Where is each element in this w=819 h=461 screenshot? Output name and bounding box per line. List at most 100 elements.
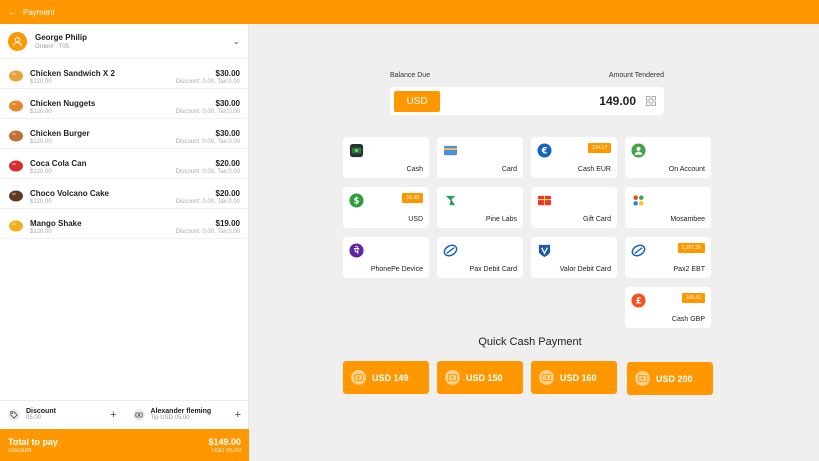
svg-text:€: € [541, 146, 548, 156]
shake-icon [8, 219, 24, 233]
payment-method-tile[interactable]: पे PhonePe Device [343, 237, 429, 278]
order-number: Order# : T05 [35, 43, 69, 50]
payment-method-label: Card [501, 166, 517, 173]
payment-method-label: PhonePe Device [370, 266, 423, 273]
payment-method-tile[interactable]: Pine Labs [437, 187, 523, 228]
cash-note-icon [635, 371, 650, 386]
payment-method-tile[interactable]: €124.17 Cash EUR [531, 137, 617, 178]
card-icon [443, 143, 458, 158]
customer-selector[interactable]: George Philip Order# : T05 ⌄ [0, 24, 248, 59]
euro-icon: € [537, 143, 552, 158]
payment-method-badge: 16.49 [402, 193, 423, 203]
payment-method-tile[interactable]: Gift Card [531, 187, 617, 228]
keypad-grid-icon[interactable] [646, 96, 656, 106]
item-unit-price: $120.00 [30, 199, 52, 205]
item-unit-price: $120.00 [30, 169, 52, 175]
total-discount-value: USD 05.00 [211, 447, 241, 454]
payment-method-tile[interactable]: On Account [625, 137, 711, 178]
payment-method-label: On Account [668, 166, 705, 173]
amount-tendered-label: Amount Tendered [608, 72, 664, 79]
quick-cash-button[interactable]: USD 150 [437, 361, 523, 394]
item-discount-tax: Discount: 0.00, Tax:0.00 [175, 169, 240, 175]
balance-due-label: Balance Due [390, 72, 431, 79]
cake-icon [8, 189, 24, 203]
dollar-icon: $ [349, 193, 364, 208]
discount-row[interactable]: Discount 05.00 + [0, 401, 125, 428]
quick-cash-amount: USD 160 [560, 372, 597, 383]
payment-method-tile[interactable]: Mosambee [625, 187, 711, 228]
item-name: Chicken Nuggets [30, 99, 96, 108]
order-item-row[interactable]: Chicken Nuggets $120.00 $30.00 Discount: 0.… [0, 89, 248, 119]
order-item-row[interactable]: Coca Cola Can $120.00 $20.00 Discount: 0.00… [0, 149, 248, 179]
payment-method-label: Gift Card [582, 216, 611, 223]
account-icon [631, 143, 646, 158]
item-name: Chicken Sandwich X 2 [30, 69, 115, 78]
discount-tag-icon [8, 408, 20, 421]
payment-method-label: Pax2 EBT [673, 266, 705, 273]
pine-labs-icon [443, 193, 458, 208]
item-discount-tax: Discount: 0.00, Tax:0.00 [175, 199, 240, 205]
item-unit-price: $120.00 [30, 79, 52, 85]
item-discount-tax: Discount: 0.00, Tax:0.00 [175, 139, 240, 145]
order-item-row[interactable]: Choco Volcano Cake $120.00 $20.00 Discount:… [0, 179, 248, 209]
total-title: Total to pay [8, 436, 58, 447]
total-amount: $149.00 [208, 436, 241, 447]
payment-method-tile[interactable]: $16.49 USD [343, 187, 429, 228]
item-discount-tax: Discount: 0.00, Tax:0.00 [175, 79, 240, 85]
payment-method-label: Cash GBP [671, 316, 705, 323]
item-price: $20.00 [215, 189, 240, 198]
item-discount-tax: Discount: 0.00, Tax:0.00 [175, 109, 240, 115]
quick-cash-button[interactable]: USD 149 [343, 361, 429, 394]
item-discount-tax: Discount: 0.00, Tax:0.00 [175, 229, 240, 235]
amount-tendered-value[interactable]: 149.00 [440, 94, 646, 108]
gift-card-icon [537, 193, 552, 208]
quick-cash-amount: USD 149 [372, 372, 409, 383]
balance-labels: Balance Due Amount Tendered [390, 72, 664, 79]
payment-method-label: USD [408, 216, 423, 223]
add-discount-button[interactable]: + [110, 409, 116, 421]
payment-method-badge: 124.17 [587, 143, 611, 153]
payment-method-label: Mosambee [670, 216, 705, 223]
page-title: Payment [23, 7, 55, 17]
quick-cash-button[interactable]: USD 160 [531, 361, 617, 394]
payment-method-tile[interactable]: Pax Debit Card [437, 237, 523, 278]
order-item-row[interactable]: Mango Shake $120.00 $19.00 Discount: 0.00, … [0, 209, 248, 239]
svg-text:£: £ [636, 296, 642, 306]
item-price: $30.00 [215, 129, 240, 138]
add-tip-button[interactable]: + [235, 409, 241, 421]
payment-method-tile[interactable]: Valor Debit Card [531, 237, 617, 278]
nuggets-icon [8, 99, 24, 113]
order-items-list: Chicken Sandwich X 2 $120.00 $30.00 Discoun… [0, 59, 248, 239]
pound-icon: £ [631, 293, 646, 308]
tip-row[interactable]: Alexander fleming Tip USD 05.00 + [125, 401, 250, 428]
payment-method-tile[interactable]: Card [437, 137, 523, 178]
mosambee-icon [631, 193, 646, 208]
phonepe-icon: पे [349, 243, 364, 258]
back-arrow-icon[interactable]: ← [8, 7, 18, 18]
payment-method-tile[interactable]: 1,397.25 Pax2 EBT [625, 237, 711, 278]
quick-cash-amount: USD 200 [656, 373, 693, 384]
order-item-row[interactable]: Chicken Sandwich X 2 $120.00 $30.00 Discoun… [0, 59, 248, 89]
payment-method-label: Pine Labs [485, 216, 517, 223]
payment-method-badge: 106.43 [681, 293, 705, 303]
quick-cash-title: Quick Cash Payment [478, 336, 582, 348]
item-name: Chicken Burger [30, 129, 90, 138]
svg-text:$: $ [354, 196, 360, 206]
payment-method-tile[interactable]: £106.43 Cash GBP [625, 287, 711, 328]
payment-method-tile[interactable]: Cash [343, 137, 429, 178]
sandwich-icon [8, 69, 24, 83]
payment-method-label: Cash EUR [577, 166, 611, 173]
total-to-pay-bar[interactable]: Total to pay Discount $149.00 USD 05.00 [0, 429, 249, 461]
item-price: $20.00 [215, 159, 240, 168]
discount-value: 05.00 [26, 415, 42, 421]
chevron-down-icon[interactable]: ⌄ [232, 36, 240, 47]
amount-tendered-field[interactable]: USD 149.00 [390, 87, 664, 115]
item-unit-price: $120.00 [30, 229, 52, 235]
cash-note-icon [445, 370, 460, 385]
order-item-row[interactable]: Chicken Burger $120.00 $30.00 Discount: 0.0… [0, 119, 248, 149]
payment-method-badge: 1,397.25 [677, 243, 705, 253]
quick-cash-button[interactable]: USD 200 [627, 362, 713, 395]
tip-icon [132, 408, 145, 421]
tip-value: Tip USD 05.00 [150, 415, 190, 421]
currency-selector-button[interactable]: USD [394, 90, 440, 112]
